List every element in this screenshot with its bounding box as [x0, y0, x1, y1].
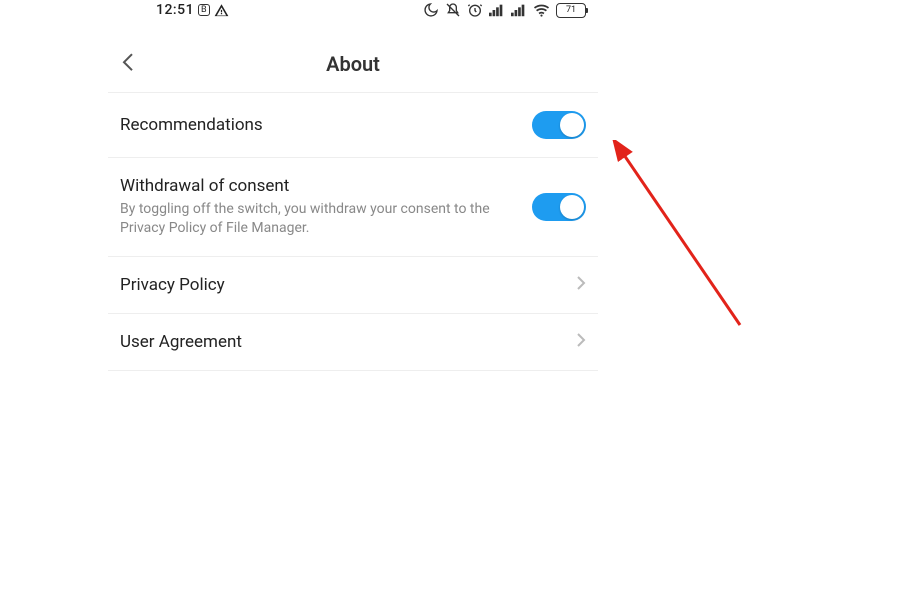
row-title-privacy: Privacy Policy [120, 275, 564, 295]
row-title-consent: Withdrawal of consent [120, 176, 520, 196]
row-text: Privacy Policy [120, 275, 576, 295]
toggle-knob [560, 113, 584, 137]
dnd-icon [423, 2, 439, 18]
signal-1-icon [489, 3, 505, 17]
battery-icon: 71 [556, 3, 586, 18]
annotation-arrow [610, 140, 770, 340]
warning-icon [214, 3, 229, 18]
row-sub-consent: By toggling off the switch, you withdraw… [120, 200, 520, 238]
b-badge-icon: B [198, 4, 210, 16]
row-text: Recommendations [120, 115, 532, 135]
row-privacy-policy[interactable]: Privacy Policy [108, 257, 598, 314]
page-header: About [108, 22, 598, 92]
status-bar: 12:51 B [108, 0, 598, 22]
status-right: 71 [423, 2, 586, 18]
row-consent: Withdrawal of consent By toggling off th… [108, 158, 598, 257]
page-title: About [120, 52, 586, 76]
status-time: 12:51 [156, 2, 194, 18]
chevron-left-icon [120, 50, 138, 74]
status-left: 12:51 B [156, 2, 229, 18]
recommendations-toggle[interactable] [532, 111, 586, 139]
phone-frame: 12:51 B [108, 0, 598, 600]
row-user-agreement[interactable]: User Agreement [108, 314, 598, 371]
wifi-icon [533, 3, 550, 17]
row-title-recommendations: Recommendations [120, 115, 520, 135]
row-recommendations: Recommendations [108, 93, 598, 158]
mute-icon [445, 2, 461, 18]
toggle-knob [560, 195, 584, 219]
back-button[interactable] [116, 46, 142, 82]
chevron-right-icon [576, 332, 586, 352]
row-text: User Agreement [120, 332, 576, 352]
row-title-agreement: User Agreement [120, 332, 564, 352]
chevron-right-icon [576, 275, 586, 295]
battery-level: 71 [566, 5, 576, 15]
row-text: Withdrawal of consent By toggling off th… [120, 176, 532, 238]
consent-toggle[interactable] [532, 193, 586, 221]
settings-list: Recommendations Withdrawal of consent By… [108, 92, 598, 371]
alarm-icon [467, 2, 483, 18]
signal-2-icon [511, 3, 527, 17]
